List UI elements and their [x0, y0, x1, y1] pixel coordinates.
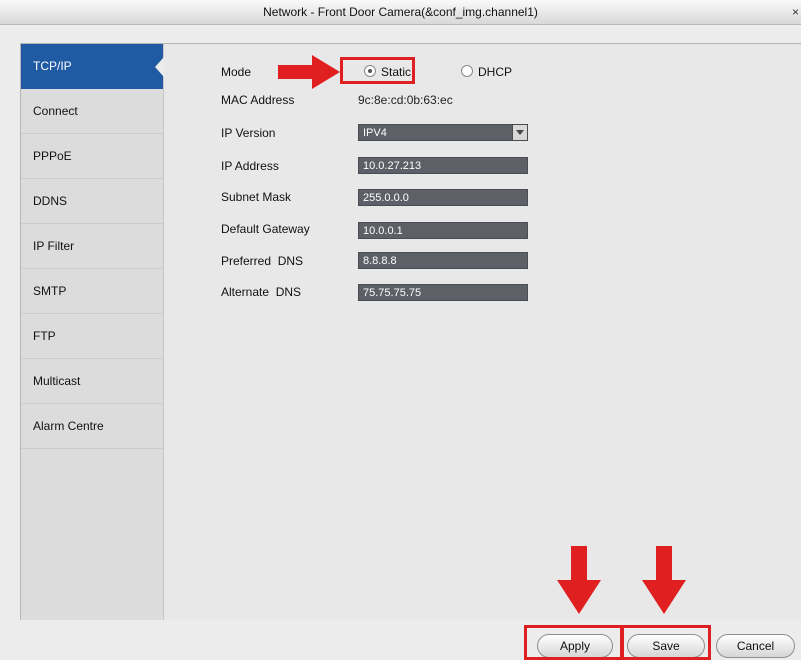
subnet-row: Subnet Mask 255.0.0.0 [221, 187, 621, 207]
ip-version-label: IP Version [221, 126, 276, 140]
settings-panel: TCP/IP Connect PPPoE DDNS IP Filter SMTP… [20, 43, 801, 622]
close-icon[interactable]: × [792, 0, 799, 24]
sidebar-item-label: Connect [33, 104, 78, 118]
ip-address-row: IP Address 10.0.27.213 [221, 156, 621, 176]
ip-version-value: IPV4 [363, 127, 387, 139]
preferred-dns-row: Preferred DNS 8.8.8.8 [221, 251, 621, 271]
sidebar-item-connect[interactable]: Connect [21, 89, 163, 134]
sidebar-item-label: TCP/IP [33, 59, 72, 73]
tcpip-form: Mode Static DHCP MAC Address 9c:8e:cd:0b… [164, 44, 801, 621]
arrow-right-icon [278, 55, 340, 89]
alternate-dns-row: Alternate DNS 75.75.75.75 [221, 282, 621, 302]
arrow-down-icon [557, 546, 601, 614]
dhcp-radio[interactable] [461, 65, 473, 77]
default-gateway-label: Default Gateway [221, 222, 310, 236]
alternate-dns-label: Alternate DNS [221, 285, 302, 299]
dhcp-radio-label[interactable]: DHCP [478, 62, 512, 82]
preferred-dns-label: Preferred DNS [221, 254, 304, 268]
sidebar: TCP/IP Connect PPPoE DDNS IP Filter SMTP… [21, 44, 164, 621]
sidebar-item-alarm-centre[interactable]: Alarm Centre [21, 404, 163, 449]
sidebar-item-tcpip[interactable]: TCP/IP [21, 44, 164, 89]
sidebar-item-smtp[interactable]: SMTP [21, 269, 163, 314]
sidebar-item-label: SMTP [33, 284, 67, 298]
ip-version-select[interactable]: IPV4 [358, 124, 528, 141]
sidebar-item-label: Multicast [33, 374, 81, 388]
ip-version-row: IP Version IPV4 [221, 123, 621, 143]
save-highlight-box [621, 625, 711, 660]
apply-highlight-box [524, 625, 623, 660]
sidebar-item-multicast[interactable]: Multicast [21, 359, 163, 404]
mac-row: MAC Address 9c:8e:cd:0b:63:ec [221, 90, 621, 110]
gateway-row: Default Gateway 10.0.0.1 [221, 219, 621, 239]
static-highlight-box [340, 57, 415, 84]
sidebar-item-label: Alarm Centre [33, 419, 104, 433]
subnet-mask-label: Subnet Mask [221, 190, 292, 204]
arrow-down-icon [642, 546, 686, 614]
mac-address-value: 9c:8e:cd:0b:63:ec [358, 93, 453, 107]
cancel-button[interactable]: Cancel [716, 634, 795, 658]
sidebar-item-label: PPPoE [33, 149, 72, 163]
alternate-dns-input[interactable]: 75.75.75.75 [358, 284, 528, 301]
mac-address-label: MAC Address [221, 93, 295, 107]
default-gateway-input[interactable]: 10.0.0.1 [358, 222, 528, 239]
subnet-mask-input[interactable]: 255.0.0.0 [358, 189, 528, 206]
window-title: Network - Front Door Camera(&conf_img.ch… [263, 5, 538, 19]
sidebar-item-pppoe[interactable]: PPPoE [21, 134, 163, 179]
sidebar-item-label: FTP [33, 329, 56, 343]
ip-address-input[interactable]: 10.0.27.213 [358, 157, 528, 174]
window-title-bar: Network - Front Door Camera(&conf_img.ch… [0, 0, 801, 25]
sidebar-item-ftp[interactable]: FTP [21, 314, 163, 359]
chevron-down-icon[interactable] [512, 125, 527, 140]
sidebar-item-ddns[interactable]: DDNS [21, 179, 163, 224]
ip-address-label: IP Address [221, 159, 279, 173]
sidebar-item-ip-filter[interactable]: IP Filter [21, 224, 163, 269]
preferred-dns-input[interactable]: 8.8.8.8 [358, 252, 528, 269]
sidebar-item-label: DDNS [33, 194, 68, 208]
sidebar-item-label: IP Filter [33, 239, 75, 253]
